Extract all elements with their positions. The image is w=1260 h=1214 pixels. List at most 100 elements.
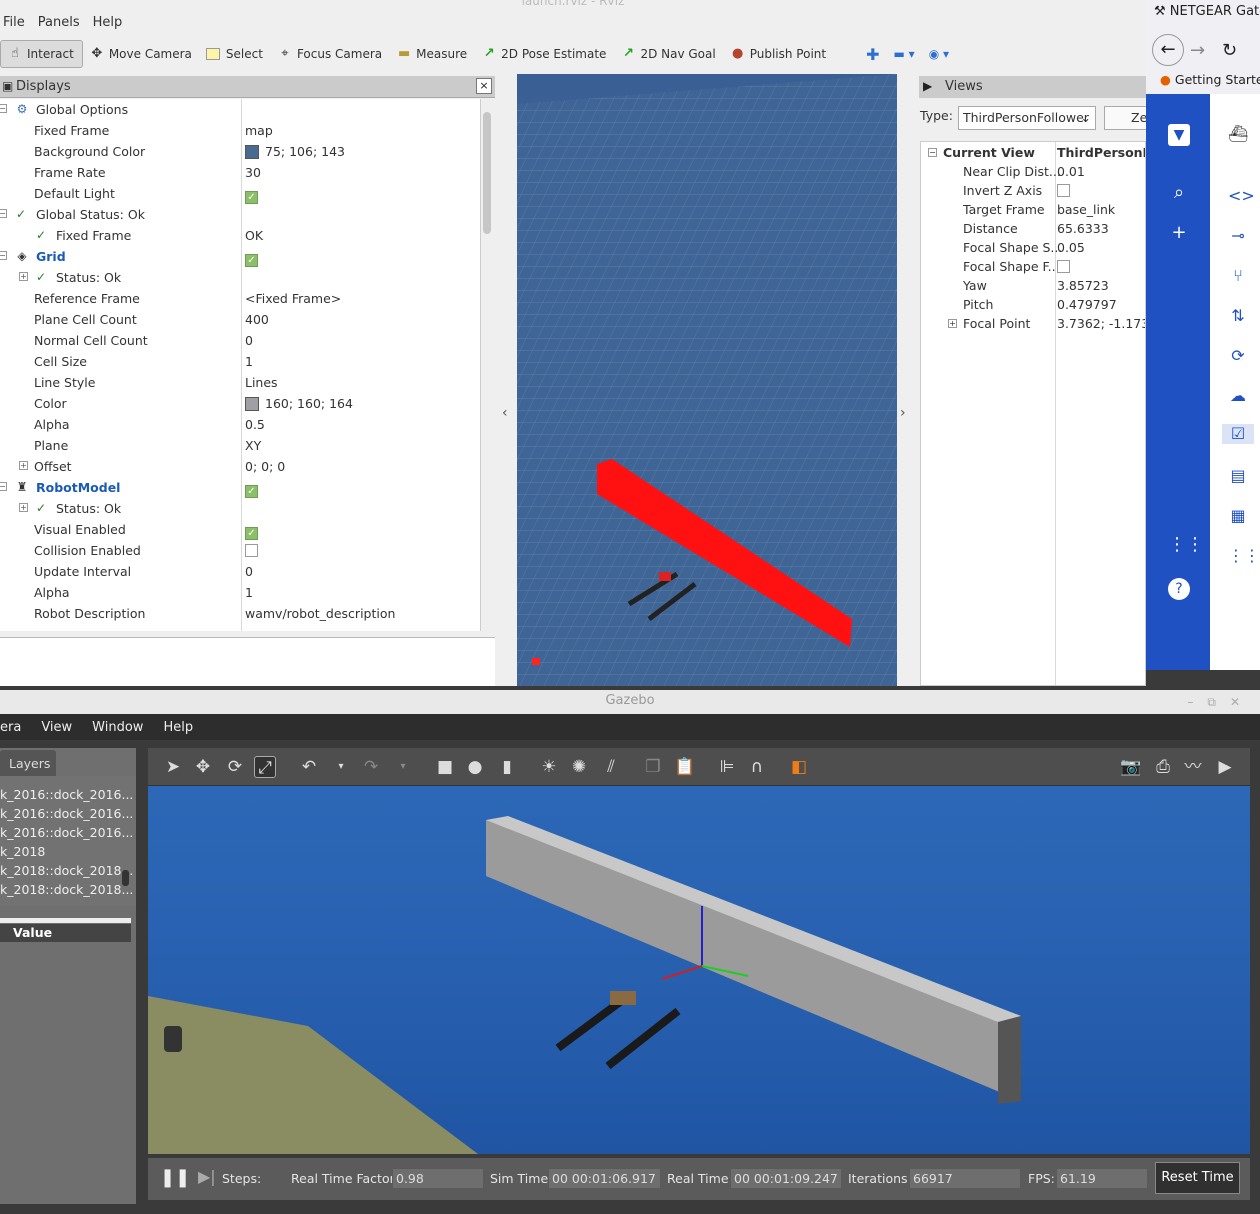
collapse-left-icon[interactable]: ‹ [502, 405, 508, 421]
views-row[interactable]: + Focal Point 3.7362; -1.1735; [921, 314, 1145, 333]
pause-icon[interactable]: ❚❚ [160, 1167, 190, 1188]
tree-row-color[interactable]: Color 160; 160; 164 [0, 393, 480, 414]
tree-value[interactable]: 75; 106; 143 [245, 144, 345, 159]
plus-icon[interactable]: + [1168, 222, 1190, 244]
menu-camera[interactable]: era [0, 720, 41, 735]
views-row[interactable]: Yaw 3.85723 [921, 276, 1145, 295]
checkbox-checked[interactable]: ✓ [245, 191, 258, 204]
log-icon[interactable]: ⎙ [1152, 756, 1174, 778]
camera-screenshot-icon[interactable]: 📷 [1120, 756, 1142, 778]
tool-2d-pose-estimate[interactable]: ↗ 2D Pose Estimate [475, 40, 614, 68]
views-row[interactable]: Invert Z Axis [921, 181, 1145, 200]
tree-row-update-interval[interactable]: Update Interval 0 [0, 561, 480, 582]
tool-measure[interactable]: ▬ Measure [390, 40, 475, 68]
view-angle-icon[interactable]: ◧ [788, 756, 810, 778]
tree-row-normal-cell-count[interactable]: Normal Cell Count 0 [0, 330, 480, 351]
views-row[interactable]: Target Frame base_link [921, 200, 1145, 219]
sphere-shape-icon[interactable]: ● [464, 756, 486, 778]
tree-value[interactable]: XY [245, 438, 261, 453]
views-row-current-view[interactable]: −Current View ThirdPersonFollower [921, 143, 1145, 162]
tree-value[interactable] [245, 543, 258, 558]
views-value[interactable]: 0.479797 [1057, 297, 1117, 312]
checkbox-unchecked[interactable] [1057, 260, 1070, 273]
tree-row-fixed-frame[interactable]: Fixed Frame map [0, 120, 480, 141]
tree-value[interactable]: 30 [245, 165, 261, 180]
remove-tool-icon[interactable]: ▬ ▾ [888, 40, 923, 68]
tree-row-fixed-frame-status[interactable]: ✓ Fixed Frame OK [0, 225, 480, 246]
collapse-right-icon[interactable]: › [900, 405, 906, 421]
list-item[interactable]: k_2018::dock_2018... [0, 863, 133, 882]
tree-row-grid-status[interactable]: + ✓ Status: Ok [0, 267, 480, 288]
rotate-icon[interactable]: ⟳ [224, 756, 246, 778]
tool-focus-camera[interactable]: ⌖ Focus Camera [271, 40, 390, 68]
views-row[interactable]: Pitch 0.479797 [921, 295, 1145, 314]
wiki-icon[interactable]: ▦ [1228, 506, 1248, 526]
menu-help[interactable]: Help [90, 15, 133, 30]
tool-interact[interactable]: ☝ Interact [0, 40, 83, 68]
reset-time-button[interactable]: Reset Time [1155, 1162, 1240, 1194]
checkbox-unchecked[interactable] [245, 544, 258, 557]
tree-value[interactable]: ✓ [245, 480, 258, 498]
eye-icon[interactable]: ◉ ▾ [923, 40, 957, 68]
collapse-icon[interactable]: − [0, 209, 7, 218]
tree-row-visual-enabled[interactable]: Visual Enabled ✓ [0, 519, 480, 540]
scale-icon[interactable]: ⤢ [254, 756, 276, 778]
displays-scrollbar[interactable] [483, 112, 491, 234]
tree-row-grid[interactable]: − ◈ Grid ✓ [0, 246, 480, 267]
cylinder-shape-icon[interactable]: ▮ [496, 756, 518, 778]
expand-icon[interactable]: + [948, 319, 957, 328]
arrow-pointer-icon[interactable]: ➤ [162, 756, 184, 778]
tree-value[interactable]: Lines [245, 375, 278, 390]
views-type-select[interactable]: ThirdPersonFollower ⌄ [958, 106, 1096, 130]
views-value[interactable] [1057, 259, 1070, 274]
menu-help[interactable]: Help [163, 720, 213, 735]
point-light-icon[interactable]: ☀ [538, 756, 560, 778]
tree-row-default-light[interactable]: Default Light ✓ [0, 183, 480, 204]
directional-light-icon[interactable]: ⫽ [600, 756, 622, 778]
tree-value[interactable]: 1 [245, 354, 253, 369]
close-icon[interactable]: × [476, 78, 492, 94]
translate-icon[interactable]: ✥ [192, 756, 214, 778]
views-value[interactable]: 65.6333 [1057, 221, 1109, 236]
menu-view[interactable]: View [41, 720, 92, 735]
tool-publish-point[interactable]: ● Publish Point [724, 40, 834, 68]
plot-icon[interactable]: 〰 [1182, 756, 1204, 778]
branch-icon[interactable]: ⑂ [1228, 266, 1248, 286]
expand-icon[interactable]: + [19, 503, 28, 512]
code-icon[interactable]: <> [1228, 186, 1255, 206]
tree-row-line-style[interactable]: Line Style Lines [0, 372, 480, 393]
reload-icon[interactable]: ↻ [1222, 40, 1237, 61]
issues-icon[interactable]: ▤ [1228, 466, 1248, 486]
views-value[interactable] [1057, 183, 1070, 198]
tree-row-robot-alpha[interactable]: Alpha 1 [0, 582, 480, 603]
tree-row-background-color[interactable]: Background Color 75; 106; 143 [0, 141, 480, 162]
list-item[interactable]: k_2018::dock_2018... [0, 882, 133, 901]
browser-tab[interactable]: ⚒ NETGEAR Gateway [1154, 4, 1260, 19]
tree-value[interactable]: ✓ [245, 522, 258, 540]
tree-row-robot-model[interactable]: −♜ RobotModel ✓ [0, 477, 480, 498]
tree-row-offset[interactable]: + Offset 0; 0; 0 [0, 456, 480, 477]
views-value[interactable]: 0.05 [1057, 240, 1085, 255]
forward-icon[interactable]: → [1190, 40, 1205, 61]
expand-icon[interactable]: + [19, 272, 28, 281]
list-item[interactable]: k_2016::dock_2016... [0, 787, 133, 806]
tree-value[interactable]: 0 [245, 333, 253, 348]
tree-row-robot-status[interactable]: + ✓ Status: Ok [0, 498, 480, 519]
paste-icon[interactable]: 📋 [674, 756, 696, 778]
views-value[interactable]: 3.85723 [1057, 278, 1109, 293]
search-icon[interactable]: ⌕ [1168, 182, 1190, 204]
list-item[interactable]: k_2016::dock_2016... [0, 825, 133, 844]
rviz-3d-viewport[interactable] [517, 74, 897, 686]
tree-row-frame-rate[interactable]: Frame Rate 30 [0, 162, 480, 183]
tree-value[interactable]: ✓ [245, 249, 258, 267]
undo-icon[interactable]: ↶ [298, 756, 320, 778]
collapse-icon[interactable]: − [0, 482, 7, 491]
gazebo-3d-scene[interactable] [148, 786, 1250, 1154]
list-scrollbar[interactable] [122, 870, 129, 886]
tree-value[interactable]: 0.5 [245, 417, 265, 432]
checkbox-unchecked[interactable] [1057, 184, 1070, 197]
snap-magnet-icon[interactable]: ∩ [746, 756, 768, 778]
bookmark-item[interactable]: ● Getting Started [1160, 72, 1260, 87]
tree-row-global-options[interactable]: −⚙ Global Options [0, 99, 480, 120]
tool-2d-nav-goal[interactable]: ↗ 2D Nav Goal [614, 40, 723, 68]
